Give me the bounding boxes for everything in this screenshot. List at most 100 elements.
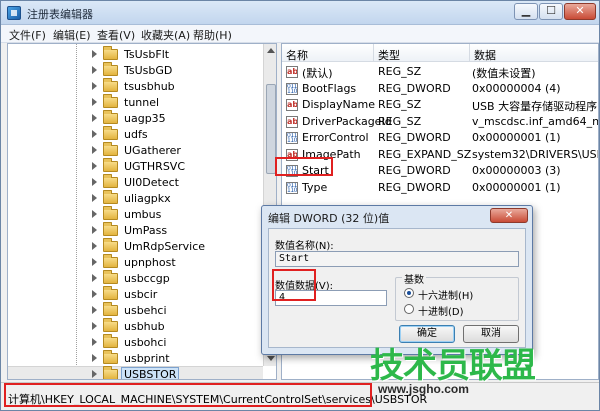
tree-item[interactable]: UI0Detect: [8, 174, 263, 191]
expand-arrow-icon[interactable]: [92, 162, 97, 170]
tree-item[interactable]: tsusbhub: [8, 78, 263, 95]
path-highlight: [4, 383, 372, 407]
tree-item-label: umbus: [124, 208, 162, 221]
menu-file[interactable]: 文件(F): [9, 27, 46, 43]
value-data: USB 大容量存储驱动程序: [472, 100, 598, 113]
expand-arrow-icon[interactable]: [92, 290, 97, 298]
tree-item[interactable]: TsUsbGD: [8, 62, 263, 79]
expand-arrow-icon[interactable]: [92, 130, 97, 138]
hex-label: 十六进制(H): [418, 291, 474, 302]
tree-item[interactable]: UmPass: [8, 222, 263, 239]
tree-item[interactable]: usbprint: [8, 350, 263, 367]
tree-item[interactable]: TsUsbFlt: [8, 46, 263, 63]
column-header-data[interactable]: 数据: [470, 44, 598, 62]
tree-item[interactable]: UGatherer: [8, 142, 263, 159]
value-row[interactable]: 011 110 ErrorControl REG_DWORD 0x00000001 (1…: [282, 130, 598, 146]
value-name: DisplayName: [302, 98, 375, 111]
tree-item-label: UmRdpService: [124, 240, 206, 253]
value-name: ErrorControl: [302, 131, 369, 144]
expand-arrow-icon[interactable]: [92, 274, 97, 282]
value-data: 0x00000004 (4): [472, 81, 561, 95]
folder-icon: [103, 270, 118, 284]
tree-item-label: usbcir: [124, 288, 158, 301]
value-row[interactable]: ab (默认) REG_SZ (数值未设置): [282, 64, 598, 80]
close-button[interactable]: ✕: [564, 3, 596, 20]
tree-item[interactable]: usbehci: [8, 302, 263, 319]
tree-item[interactable]: UmRdpService: [8, 238, 263, 255]
folder-icon: [103, 334, 118, 348]
expand-arrow-icon[interactable]: [92, 322, 97, 330]
expand-arrow-icon[interactable]: [92, 258, 97, 266]
expand-arrow-icon[interactable]: [92, 226, 97, 234]
tree-item[interactable]: usbccgp: [8, 270, 263, 287]
tree-item[interactable]: uliagpkx: [8, 190, 263, 207]
maximize-button[interactable]: ☐: [539, 3, 563, 20]
tree-item[interactable]: usbcir: [8, 286, 263, 303]
tree-item-label: udfs: [124, 128, 148, 141]
folder-icon: [103, 302, 118, 316]
value-data: 0x00000001 (1): [472, 131, 561, 144]
expand-arrow-icon[interactable]: [92, 194, 97, 202]
expand-arrow-icon[interactable]: [92, 178, 97, 186]
expand-arrow-icon[interactable]: [92, 370, 97, 378]
expand-arrow-icon[interactable]: [92, 146, 97, 154]
expand-arrow-icon[interactable]: [92, 210, 97, 218]
column-header-name[interactable]: 名称: [282, 44, 374, 62]
scroll-up-arrow-icon[interactable]: [267, 48, 275, 53]
tree-item[interactable]: UGTHRSVC: [8, 158, 263, 175]
tree-item[interactable]: usbohci: [8, 334, 263, 351]
value-type: REG_SZ: [378, 65, 422, 78]
dec-radio[interactable]: [404, 304, 414, 314]
value-row[interactable]: ab DriverPackageId REG_SZ v_mscdsc.inf_amd6…: [282, 114, 598, 130]
tree-item-label: upnphost: [124, 256, 176, 269]
tree-item[interactable]: uagp35: [8, 110, 263, 127]
menu-view[interactable]: 查看(V): [97, 27, 135, 43]
expand-arrow-icon[interactable]: [92, 82, 97, 90]
tree-item-label: uliagpkx: [124, 192, 171, 205]
value-name: Type: [302, 180, 328, 194]
tree-item-label: TsUsbFlt: [124, 48, 170, 61]
menu-bar: 文件(F) 编辑(E) 查看(V) 收藏夹(A) 帮助(H): [1, 25, 599, 43]
column-header-type[interactable]: 类型: [374, 44, 470, 62]
menu-help[interactable]: 帮助(H): [193, 27, 232, 43]
value-data: (数值未设置): [472, 67, 536, 80]
value-row[interactable]: ab DisplayName REG_SZ USB 大容量存储驱动程序: [282, 97, 598, 113]
value-data-highlight: [272, 269, 316, 301]
tree-item[interactable]: udfs: [8, 126, 263, 143]
expand-arrow-icon[interactable]: [92, 354, 97, 362]
tree-item-label: UmPass: [124, 224, 168, 237]
tree-item-label: usbehci: [124, 304, 167, 317]
registry-key-tree[interactable]: TsUsbFlt TsUsbGD tsusbhub tunnel uagp35 udfs U…: [7, 43, 277, 380]
title-bar: 注册表编辑器 ▁ ☐ ✕: [1, 1, 599, 25]
tree-item[interactable]: usbhub: [8, 318, 263, 335]
scroll-down-arrow-icon[interactable]: [267, 356, 275, 361]
expand-arrow-icon[interactable]: [92, 338, 97, 346]
folder-icon: [103, 350, 118, 364]
value-type: REG_DWORD: [378, 131, 451, 144]
expand-arrow-icon[interactable]: [92, 98, 97, 106]
folder-icon: [103, 286, 118, 300]
expand-arrow-icon[interactable]: [92, 50, 97, 58]
dialog-close-button[interactable]: ✕: [490, 208, 528, 223]
menu-favorites[interactable]: 收藏夹(A): [141, 27, 190, 43]
tree-item-label: usbhub: [124, 320, 165, 333]
menu-edit[interactable]: 编辑(E): [53, 27, 91, 43]
tree-item[interactable]: USBSTOR: [8, 366, 263, 380]
expand-arrow-icon[interactable]: [92, 114, 97, 122]
start-value-highlight: [275, 157, 333, 176]
tree-item-label: USBSTOR: [120, 367, 180, 380]
tree-item[interactable]: umbus: [8, 206, 263, 223]
folder-icon: [103, 94, 118, 108]
value-type: REG_DWORD: [378, 180, 451, 194]
expand-arrow-icon[interactable]: [92, 242, 97, 250]
tree-item-label: usbprint: [124, 352, 170, 365]
tree-item[interactable]: tunnel: [8, 94, 263, 111]
tree-item[interactable]: upnphost: [8, 254, 263, 271]
minimize-button[interactable]: ▁: [514, 3, 538, 20]
value-row[interactable]: 011 110 Type REG_DWORD 0x00000001 (1): [282, 180, 598, 196]
folder-icon: [103, 126, 118, 140]
hex-radio[interactable]: [404, 288, 414, 298]
expand-arrow-icon[interactable]: [92, 66, 97, 74]
expand-arrow-icon[interactable]: [92, 306, 97, 314]
value-row[interactable]: 011 110 BootFlags REG_DWORD 0x00000004 (4): [282, 81, 598, 97]
